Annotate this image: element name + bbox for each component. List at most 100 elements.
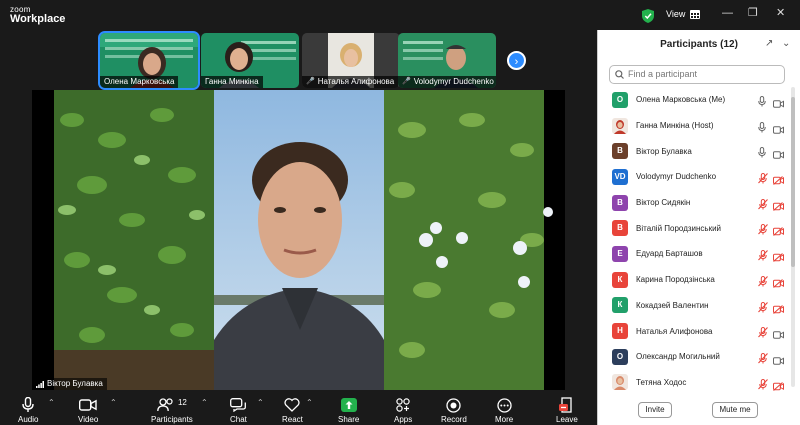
grid-view-icon	[690, 9, 701, 19]
heart-icon	[284, 398, 301, 412]
participant-row[interactable]: Н Наталья Алифонова	[598, 318, 800, 344]
participant-avatar: В	[612, 143, 628, 160]
meeting-toolbar: Audio ⌃ Video ⌃ 12 Participants ⌃ Chat ⌃…	[0, 392, 597, 425]
video-camera-icon[interactable]	[773, 146, 784, 164]
zoom-logo: zoom Workplace	[10, 6, 65, 25]
more-options-icon	[496, 397, 512, 413]
participant-name: Віктор Булавка	[636, 146, 692, 156]
chat-button[interactable]: Chat	[230, 396, 247, 424]
search-icon	[615, 70, 624, 79]
participant-row[interactable]: О Олександр Могильний	[598, 344, 800, 370]
thumbnail-video[interactable]: Олена Марковська	[98, 31, 200, 90]
video-off-icon[interactable]	[773, 275, 784, 293]
thumbnail-name-tag: 🎤 Volodymyr Dudchenko	[398, 76, 496, 88]
next-page-button[interactable]: ›	[507, 51, 526, 70]
more-button[interactable]: More	[495, 396, 513, 424]
thumbnail-video[interactable]: Ганна Минкіна	[201, 33, 299, 88]
minimize-icon[interactable]: —	[722, 8, 733, 19]
video-label: Video	[78, 415, 99, 424]
participant-row[interactable]: В Віктор Булавка	[598, 138, 800, 164]
muted-microphone-icon[interactable]	[758, 274, 768, 292]
thumbnail-video[interactable]: 🎤 Наталья Алифонова	[302, 33, 400, 88]
leave-door-icon	[558, 397, 572, 413]
minimize-panel-icon[interactable]: ⌄	[782, 38, 790, 49]
react-button[interactable]: React	[282, 396, 303, 424]
participant-row[interactable]: VD Volodymyr Dudchenko	[598, 164, 800, 190]
thumbnail-name: Volodymyr Dudchenko	[413, 77, 494, 86]
react-options-caret-icon[interactable]: ⌃	[306, 398, 313, 407]
participant-name: Кокадзей Валентин	[636, 300, 709, 310]
video-off-icon[interactable]	[773, 301, 784, 319]
participants-scrollbar[interactable]	[791, 87, 795, 387]
participants-options-caret-icon[interactable]: ⌃	[201, 398, 208, 407]
video-options-caret-icon[interactable]: ⌃	[110, 398, 117, 407]
thumbnail-video[interactable]: 🎤 Volodymyr Dudchenko	[398, 33, 496, 88]
participant-row[interactable]: В Віктор Сидякін	[598, 190, 800, 216]
microphone-icon[interactable]	[758, 145, 766, 163]
apps-button[interactable]: Apps	[394, 396, 412, 424]
muted-microphone-icon[interactable]	[758, 197, 768, 215]
view-button[interactable]: View	[666, 9, 701, 19]
mute-me-button[interactable]: Mute me	[712, 402, 758, 418]
video-button[interactable]: Video	[78, 396, 98, 424]
thumbnail-name: Олена Марковська	[104, 77, 175, 86]
muted-microphone-icon[interactable]	[758, 248, 768, 266]
muted-microphone-icon[interactable]	[758, 171, 768, 189]
invite-button[interactable]: Invite	[638, 402, 672, 418]
react-label: React	[282, 415, 303, 424]
share-label: Share	[338, 415, 360, 424]
record-label: Record	[441, 415, 467, 424]
participants-panel: Participants (12) ↗ ⌄ Find a participant…	[597, 30, 800, 425]
video-off-icon[interactable]	[773, 249, 784, 267]
chat-options-caret-icon[interactable]: ⌃	[257, 398, 264, 407]
participant-row[interactable]: К Карина Породзінська	[598, 267, 800, 293]
pop-out-icon[interactable]: ↗	[765, 38, 773, 49]
participant-search-input[interactable]: Find a participant	[609, 65, 785, 84]
audio-button[interactable]: Audio	[18, 396, 38, 424]
participant-name: Наталья Алифонова	[636, 326, 713, 336]
leave-label: Leave	[556, 415, 578, 424]
participant-row[interactable]: Е Едуард Барташов	[598, 241, 800, 267]
scrollbar-thumb[interactable]	[791, 97, 795, 267]
participants-list: О Олена Марковська (Me) Ганна Минкіна (Hos…	[598, 87, 800, 395]
participant-name: Олександр Могильний	[636, 352, 720, 362]
record-button[interactable]: Record	[441, 396, 467, 424]
participant-avatar: VD	[612, 168, 628, 185]
share-button[interactable]: Share	[338, 396, 359, 424]
participant-row[interactable]: О Олена Марковська (Me)	[598, 87, 800, 113]
video-off-icon[interactable]	[773, 378, 784, 396]
restore-window-icon[interactable]: ❐	[748, 8, 758, 19]
mute-me-label: Mute me	[719, 405, 751, 414]
participant-row[interactable]: Тетяна Ходос	[598, 370, 800, 396]
record-icon	[446, 397, 462, 413]
video-camera-icon[interactable]	[773, 326, 784, 344]
video-camera-icon[interactable]	[773, 352, 784, 370]
video-off-icon[interactable]	[773, 223, 784, 241]
video-camera-icon[interactable]	[773, 95, 784, 113]
video-camera-icon[interactable]	[773, 121, 784, 139]
participant-row[interactable]: Ганна Минкіна (Host)	[598, 113, 800, 139]
participant-avatar: К	[612, 271, 628, 288]
muted-microphone-icon[interactable]	[758, 325, 768, 343]
leave-button[interactable]: Leave	[556, 396, 578, 424]
active-speaker-video[interactable]	[32, 90, 565, 390]
microphone-icon[interactable]	[758, 120, 766, 138]
muted-microphone-icon[interactable]	[758, 351, 768, 369]
participants-label: Participants	[151, 415, 193, 424]
microphone-icon[interactable]	[758, 94, 766, 112]
search-placeholder: Find a participant	[628, 69, 698, 79]
muted-microphone-icon[interactable]	[758, 300, 768, 318]
muted-microphone-icon[interactable]	[758, 377, 768, 395]
muted-microphone-icon[interactable]	[758, 222, 768, 240]
participant-name: Віталій Породзинський	[636, 223, 722, 233]
participant-avatar: Е	[612, 245, 628, 262]
audio-options-caret-icon[interactable]: ⌃	[48, 398, 55, 407]
participant-row[interactable]: К Кокадзей Валентин	[598, 293, 800, 319]
video-off-icon[interactable]	[773, 172, 784, 190]
close-window-icon[interactable]: ✕	[776, 8, 785, 19]
participants-button[interactable]: 12 Participants	[151, 396, 193, 425]
security-shield-icon[interactable]	[642, 9, 654, 23]
participant-row[interactable]: В Віталій Породзинський	[598, 215, 800, 241]
video-off-icon[interactable]	[773, 198, 784, 216]
person-photo	[612, 374, 628, 391]
